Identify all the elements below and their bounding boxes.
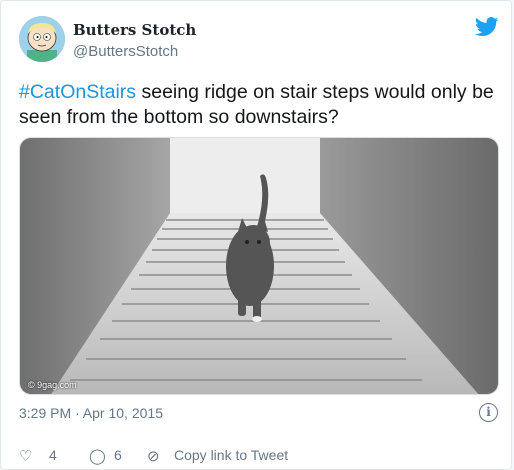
reply-count: 6 [114,447,122,463]
author-handle[interactable]: @ButtersStotch [73,43,178,60]
tweet-card: Butters Stotch @ButtersStotch #CatOnStai… [0,0,512,470]
cat-on-stairs-image [20,138,498,394]
info-icon[interactable]: i [479,403,498,422]
heart-icon[interactable]: ♡ [19,447,32,465]
hashtag-link[interactable]: #CatOnStairs [19,81,136,103]
photo-watermark: © 9gag.com [28,380,77,390]
like-count: 4 [49,447,57,463]
reply-icon[interactable]: ◯ [89,447,106,465]
copy-link-button[interactable]: Copy link to Tweet [174,447,288,463]
author-name[interactable]: Butters Stotch [73,21,196,39]
link-icon[interactable]: ⊘ [147,447,160,465]
tweet-text: #CatOnStairs seeing ridge on stair steps… [19,80,509,130]
tweet-timestamp[interactable]: 3:29 PM · Apr 10, 2015 [19,405,163,421]
tweet-photo[interactable]: © 9gag.com [19,137,499,395]
twitter-bird-icon[interactable] [475,17,499,37]
author-avatar[interactable] [19,16,65,62]
